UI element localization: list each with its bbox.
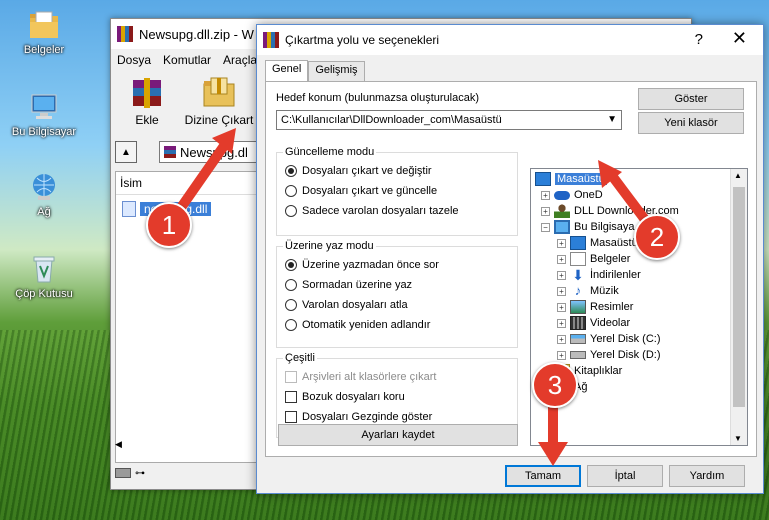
step-marker-1: 1: [146, 202, 192, 248]
annotation-arrows: [176, 128, 650, 466]
arrow-3-head: [538, 442, 568, 466]
step-marker-2: 2: [634, 214, 680, 260]
step-marker-3: 3: [532, 362, 578, 408]
arrow-1-shaft: [176, 140, 230, 212]
